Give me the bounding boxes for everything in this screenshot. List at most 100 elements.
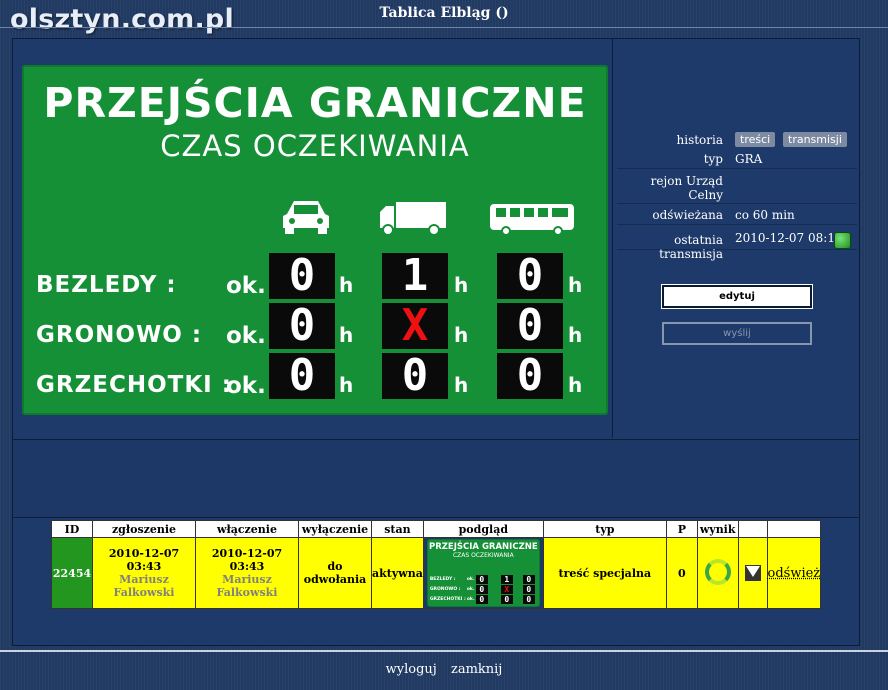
wait-time-digit: 0	[497, 303, 563, 349]
preview-digit: 0	[522, 575, 535, 584]
cell-wynik[interactable]	[696, 537, 739, 609]
wait-time-digit: 0	[269, 253, 335, 299]
unit-label: h	[339, 323, 354, 347]
unit-label: h	[568, 323, 583, 347]
preview-digit: 0	[500, 595, 513, 604]
unit-label: h	[454, 323, 469, 347]
preview-digit: 0	[475, 585, 488, 594]
row-label-grzechotki: GRZECHOTKI :	[36, 372, 232, 398]
ok-label: ok.	[226, 273, 266, 299]
preview-board[interactable]: PRZEJŚCIA GRANICZNE CZAS OCZEKIWANIA BEZ…	[426, 539, 540, 607]
row-label-bezledy: BEZLEDY :	[36, 272, 177, 298]
preview-ok-label: ok.	[466, 577, 475, 582]
info-row-transmisja: ostatnia transmisja 2010-12-07 08:12	[617, 225, 857, 261]
middle-panel	[12, 439, 860, 518]
preview-digit: X	[500, 585, 513, 594]
ok-label: ok.	[226, 323, 266, 349]
preview-digit: 0	[522, 595, 535, 604]
preview-digit: 0	[475, 575, 488, 584]
page-title: Tablica Elbląg ()	[379, 5, 509, 21]
unit-label: h	[568, 373, 583, 397]
refresh-link[interactable]: odśwież	[768, 566, 821, 581]
close-link[interactable]: zamknij	[451, 662, 502, 677]
odswiezana-label: odświeżana	[652, 208, 723, 222]
cell-p: 0	[665, 537, 698, 609]
preview-ok-label: ok.	[466, 597, 475, 602]
tickets-table: ID zgłoszenie włączenie wyłączenie stan …	[51, 520, 822, 609]
col-header-wynik: wynik	[696, 520, 739, 538]
col-header-wylaczenie: wyłączenie	[298, 520, 372, 538]
wlaczenie-date: 2010-12-07 03:43	[211, 547, 283, 573]
check-icon	[834, 232, 851, 249]
preview-row-label: GRZECHOTKI :	[429, 597, 466, 602]
preview-digit: 1	[500, 575, 513, 584]
board-subtitle: CZAS OCZEKIWANIA	[160, 129, 470, 163]
preview-subtitle: CZAS OCZEKIWANIA	[452, 552, 514, 559]
col-header-typ: typ	[542, 520, 667, 538]
tresci-button[interactable]: treści	[735, 132, 776, 147]
transmisja-label: ostatnia transmisja	[659, 233, 723, 261]
transmisja-value: 2010-12-07 08:12	[735, 231, 843, 245]
cell-podglad[interactable]: PRZEJŚCIA GRANICZNE CZAS OCZEKIWANIA BEZ…	[422, 537, 544, 609]
transmisji-button[interactable]: transmisji	[783, 132, 847, 147]
wait-time-digit: 0	[497, 353, 563, 399]
bus-icon	[490, 204, 574, 236]
wait-time-digit: X	[382, 303, 448, 349]
border-crossing-board: PRZEJŚCIA GRANICZNE CZAS OCZEKIWANIA BEZ…	[22, 65, 608, 415]
cell-refresh-link[interactable]: odśwież	[766, 537, 822, 609]
triangle-down-icon[interactable]	[745, 566, 760, 577]
wait-time-digit: 0	[382, 353, 448, 399]
col-header-empty	[737, 520, 768, 538]
row-label-gronowo: GRONOWO :	[36, 322, 203, 348]
refresh-icon[interactable]	[704, 558, 731, 585]
preview-title: PRZEJŚCIA GRANICZNE	[428, 542, 538, 552]
unit-label: h	[339, 273, 354, 297]
unit-label: h	[339, 373, 354, 397]
table-row[interactable]: 22454 2010-12-07 03:43 Mariusz Falkowski…	[51, 537, 822, 609]
col-header-id: ID	[51, 520, 93, 538]
typ-value: GRA	[735, 152, 763, 166]
rejon-label: rejon Urząd Celny	[650, 174, 723, 202]
info-row-odswiezana: odświeżana co 60 min	[617, 204, 857, 225]
cell-stan: aktywna	[371, 537, 424, 609]
zgloszenie-date: 2010-12-07 03:43	[108, 547, 180, 573]
unit-label: h	[454, 373, 469, 397]
preview-row-label: GRONOWO :	[429, 587, 461, 592]
info-row-rejon: rejon Urząd Celny	[617, 169, 857, 204]
wait-time-digit: 0	[497, 253, 563, 299]
cell-zgloszenie: 2010-12-07 03:43 Mariusz Falkowski	[92, 537, 196, 609]
table-header-row: ID zgłoszenie włączenie wyłączenie stan …	[51, 520, 822, 538]
send-button[interactable]: wyślij	[662, 322, 812, 345]
col-header-wlaczenie: włączenie	[195, 520, 299, 538]
header-divider	[0, 27, 888, 28]
preview-digit: 0	[522, 585, 535, 594]
panel-divider	[612, 38, 613, 438]
cell-wylaczenie: do odwołania	[298, 537, 372, 609]
col-header-zgloszenie: zgłoszenie	[92, 520, 196, 538]
cell-expand[interactable]	[737, 537, 768, 609]
cell-wlaczenie: 2010-12-07 03:43 Mariusz Falkowski	[195, 537, 299, 609]
col-header-empty	[766, 520, 822, 538]
typ-label: typ	[703, 152, 723, 166]
logout-link[interactable]: wyloguj	[386, 662, 437, 677]
preview-row-label: BEZLEDY :	[429, 577, 456, 582]
wait-time-digit: 0	[269, 303, 335, 349]
ok-label: ok.	[226, 373, 266, 399]
edit-button[interactable]: edytuj	[662, 285, 812, 308]
unit-label: h	[568, 273, 583, 297]
wait-time-digit: 1	[382, 253, 448, 299]
preview-digit: 0	[475, 595, 488, 604]
wlaczenie-user: Mariusz Falkowski	[216, 573, 278, 599]
board-title: PRZEJŚCIA GRANICZNE	[43, 79, 587, 127]
col-header-podglad: podgląd	[422, 520, 544, 538]
truck-icon	[380, 202, 446, 236]
wait-time-digit: 0	[269, 353, 335, 399]
footer-divider	[0, 650, 888, 652]
info-row-typ: typ GRA	[617, 150, 857, 169]
cell-id: 22454	[51, 537, 93, 609]
footer: wyloguj zamknij	[0, 662, 888, 677]
unit-label: h	[454, 273, 469, 297]
historia-label: historia	[676, 133, 724, 147]
car-icon	[283, 201, 329, 234]
col-header-stan: stan	[371, 520, 424, 538]
